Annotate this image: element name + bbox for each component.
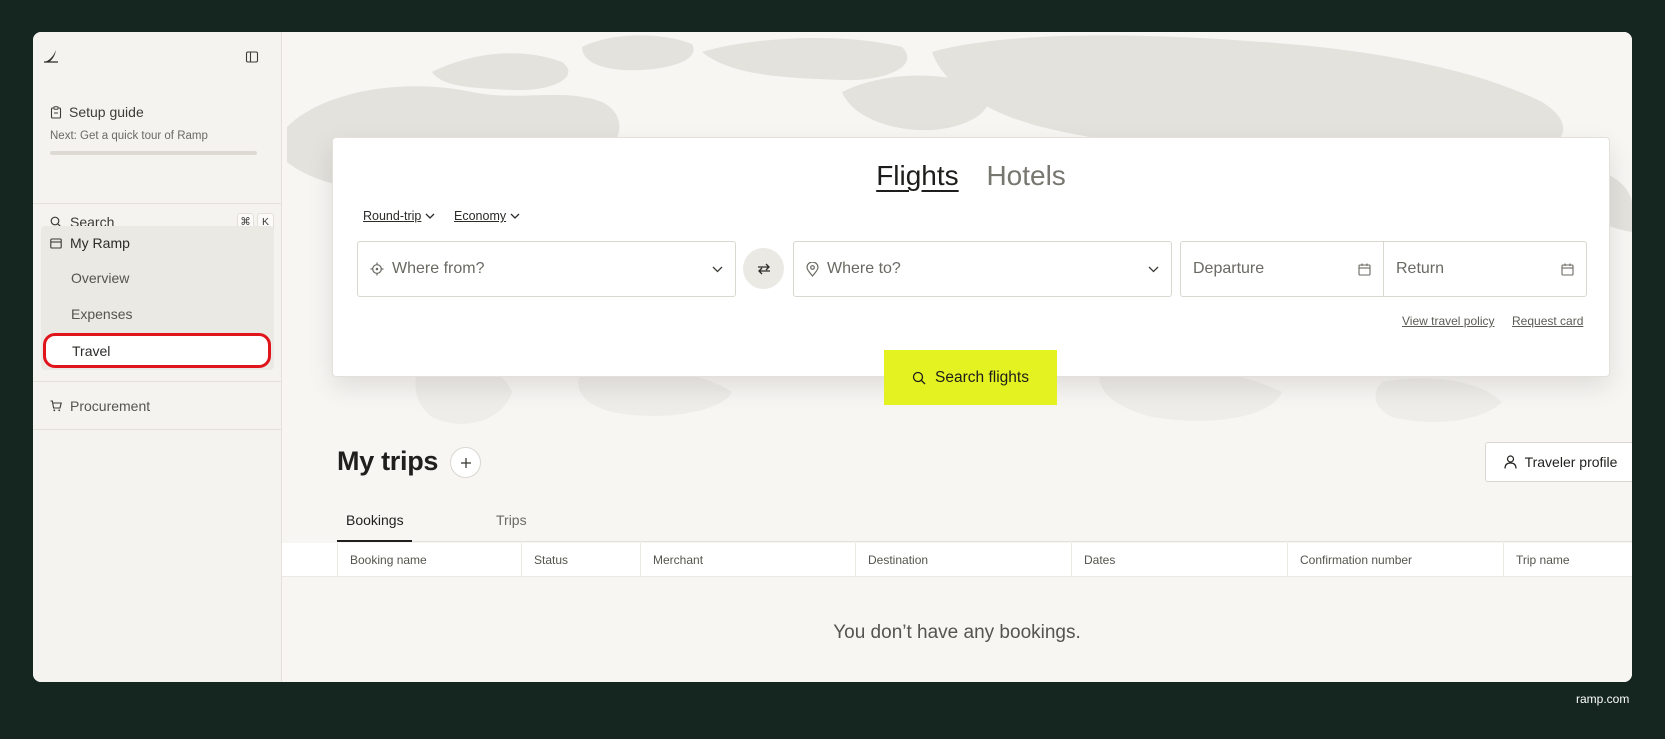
column-header[interactable]: Trip name: [1503, 543, 1632, 577]
add-trip-button[interactable]: [450, 447, 481, 478]
footer-brand: ramp.com: [1576, 692, 1630, 706]
search-flights-label: Search flights: [935, 368, 1029, 386]
location-target-icon: [370, 262, 384, 276]
swap-arrows-icon: [757, 263, 770, 274]
column-header[interactable]: Destination: [855, 543, 1071, 577]
tab-hotels[interactable]: Hotels: [986, 160, 1065, 191]
bookings-table-header: Booking name Status Merchant Destination…: [282, 543, 1632, 577]
setup-guide[interactable]: Setup guide Next: Get a quick tour of Ra…: [50, 104, 260, 155]
sidebar-collapse-icon[interactable]: [245, 50, 259, 64]
clipboard-icon: [50, 105, 62, 119]
search-flights-button[interactable]: Search flights: [884, 350, 1057, 405]
my-trips-title: My trips: [337, 446, 439, 476]
calendar-icon: [1358, 263, 1371, 276]
traveler-profile-label: Traveler profile: [1524, 454, 1618, 470]
request-card-link[interactable]: Request card: [1512, 314, 1583, 328]
sidebar-item-my-ramp[interactable]: My Ramp: [41, 226, 274, 260]
destination-input[interactable]: Where to?: [793, 241, 1172, 297]
user-icon: [1503, 455, 1517, 469]
cabin-class-dropdown[interactable]: Economy: [454, 209, 520, 223]
sidebar: Setup guide Next: Get a quick tour of Ra…: [33, 32, 282, 682]
sidebar-item-label: Procurement: [70, 398, 151, 414]
app-window: Setup guide Next: Get a quick tour of Ra…: [33, 32, 1632, 682]
tabs-divider: [337, 541, 1632, 542]
tab-trips[interactable]: Trips: [496, 512, 527, 528]
sidebar-item-overview[interactable]: Overview: [71, 270, 129, 286]
main-content: Flights Hotels Round-trip Economy Where …: [282, 32, 1632, 682]
trip-type-dropdown[interactable]: Round-trip: [363, 209, 435, 223]
setup-progress-bar: [50, 151, 257, 155]
destination-placeholder: Where to?: [827, 260, 901, 277]
departure-placeholder: Departure: [1193, 260, 1265, 277]
wallet-icon: [50, 237, 62, 249]
column-header[interactable]: Confirmation number: [1287, 543, 1503, 577]
tab-bookings[interactable]: Bookings: [346, 512, 404, 528]
origin-placeholder: Where from?: [392, 260, 485, 277]
origin-input[interactable]: Where from?: [357, 241, 736, 297]
tab-flights[interactable]: Flights: [876, 160, 958, 191]
empty-bookings-message: You don’t have any bookings.: [833, 622, 1081, 643]
sidebar-divider: [33, 429, 282, 430]
departure-date-input[interactable]: Departure: [1180, 241, 1384, 297]
booking-type-tabs: Flights Hotels: [333, 160, 1609, 192]
chevron-down-icon: [1148, 266, 1159, 272]
sidebar-item-procurement[interactable]: Procurement: [41, 389, 274, 423]
sidebar-item-expenses[interactable]: Expenses: [71, 306, 132, 322]
swap-locations-button[interactable]: [743, 248, 784, 289]
column-header[interactable]: Dates: [1071, 543, 1287, 577]
setup-guide-title: Setup guide: [69, 104, 144, 120]
calendar-icon: [1561, 263, 1574, 276]
column-header[interactable]: Booking name: [337, 543, 521, 577]
sidebar-item-label: Travel: [72, 342, 111, 359]
active-tab-indicator: [337, 540, 412, 542]
map-pin-icon: [806, 261, 819, 277]
plus-icon: [460, 457, 471, 468]
return-placeholder: Return: [1396, 260, 1445, 277]
sidebar-item-label: My Ramp: [70, 235, 130, 251]
sidebar-divider: [33, 381, 282, 382]
flight-search-card: Flights Hotels Round-trip Economy Where …: [332, 137, 1610, 377]
sidebar-divider: [33, 203, 282, 204]
return-date-input[interactable]: Return: [1383, 241, 1587, 297]
traveler-profile-button[interactable]: Traveler profile: [1485, 442, 1632, 482]
sidebar-item-travel[interactable]: Travel: [43, 333, 271, 368]
chevron-down-icon: [712, 266, 723, 272]
cart-icon: [50, 400, 62, 412]
view-travel-policy-link[interactable]: View travel policy: [1402, 314, 1494, 328]
search-icon: [912, 371, 926, 384]
chevron-down-icon: [425, 213, 435, 219]
cabin-class-value: Economy: [454, 209, 507, 223]
ramp-logo-icon[interactable]: [43, 48, 59, 64]
column-header[interactable]: Status: [521, 543, 640, 577]
column-header[interactable]: Merchant: [640, 543, 855, 577]
setup-guide-next: Next: Get a quick tour of Ramp: [50, 130, 208, 142]
trip-type-value: Round-trip: [363, 209, 422, 223]
chevron-down-icon: [510, 213, 520, 219]
